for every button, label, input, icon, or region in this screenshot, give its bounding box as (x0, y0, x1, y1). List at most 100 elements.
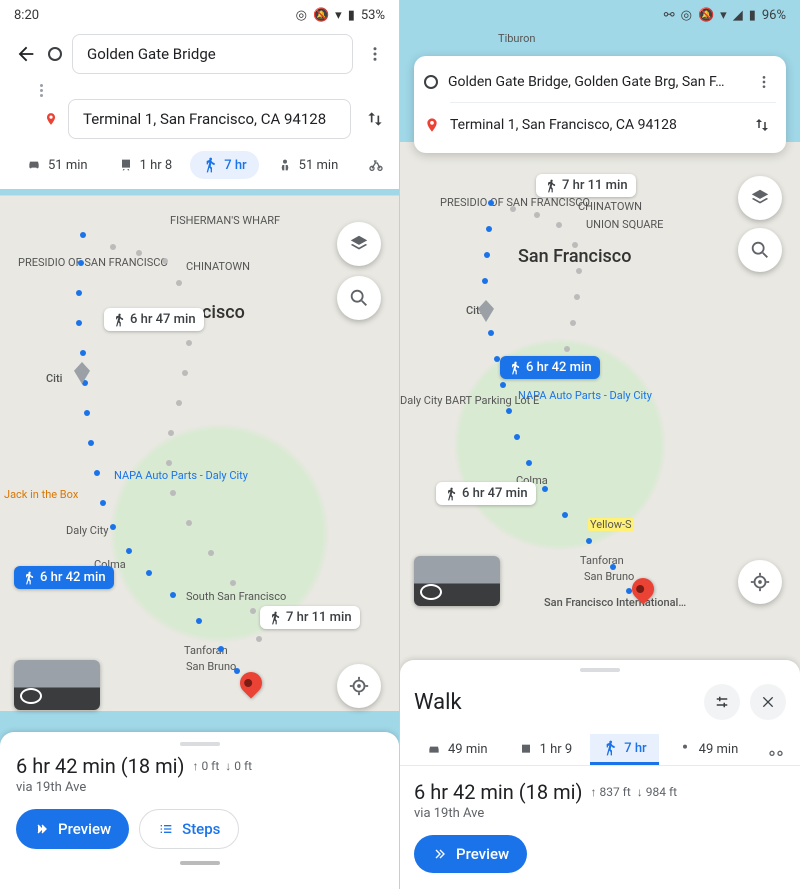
wifi-icon: ▾ (720, 8, 727, 23)
streetview-thumbnail[interactable] (14, 660, 100, 710)
back-button[interactable] (14, 42, 38, 66)
map-label: Tanforan (580, 554, 624, 567)
walk-icon (202, 157, 218, 173)
mode-walk[interactable]: 7 hr (590, 734, 658, 765)
close-icon (760, 694, 776, 710)
map-label: CHINATOWN (186, 260, 250, 273)
walk-icon (112, 313, 126, 327)
mode-time: 49 min (448, 742, 488, 757)
mode-bike[interactable]: 2 hr 4 (356, 151, 389, 179)
crosshair-icon (749, 571, 771, 593)
options-button[interactable] (704, 684, 740, 720)
route-time: 7 hr 11 min (286, 610, 352, 625)
elevation: ↑ 837 ft ↓ 984 ft (590, 785, 677, 799)
map-label: UNION SQUARE (586, 218, 663, 231)
drag-handle[interactable] (580, 668, 620, 672)
via-text: via 19th Ave (414, 806, 786, 821)
route-alt-badge[interactable]: 7 hr 11 min (536, 174, 636, 197)
map-label: San Bruno (186, 660, 236, 673)
rideshare-icon (277, 157, 293, 173)
overflow-button[interactable] (363, 42, 387, 66)
poi-label: Jack in the Box (4, 488, 78, 501)
mode-time: 1 hr 8 (140, 158, 173, 173)
route-alt-badge[interactable]: 6 hr 47 min (436, 482, 536, 505)
close-button[interactable] (750, 684, 786, 720)
route-selected-badge[interactable]: 6 hr 42 min (14, 566, 114, 589)
location-icon: ◎ (681, 8, 692, 23)
destination-field[interactable]: Terminal 1, San Francisco, CA 94128 (68, 99, 351, 139)
swap-button[interactable] (361, 105, 389, 133)
walk-icon (602, 740, 618, 756)
chevrons-icon (432, 846, 448, 862)
map-label: Daly City (66, 524, 108, 537)
steps-button[interactable]: Steps (139, 809, 239, 849)
mute-icon: 🔕 (313, 8, 329, 23)
route-alt-badge[interactable]: 7 hr 11 min (260, 606, 360, 629)
route-time: 7 hr 11 min (562, 178, 628, 193)
battery-icon: ▮ (749, 8, 756, 23)
destination-field[interactable]: Terminal 1, San Francisco, CA 94128 (450, 117, 738, 133)
status-bar: ⚯ ◎ 🔕 ▾ ◢ ▮ 96% (400, 0, 800, 30)
streetview-thumbnail[interactable] (414, 556, 500, 606)
drag-handle[interactable] (180, 742, 220, 746)
route-time: 6 hr 42 min (526, 360, 592, 375)
layers-icon (348, 233, 370, 255)
search-card: Golden Gate Bridge, Golden Gate Brg, San… (414, 56, 786, 153)
nav-handle (180, 861, 220, 865)
origin-icon (48, 47, 62, 61)
battery-text: 53% (361, 8, 385, 23)
mode-transit[interactable]: 1 hr 8 (106, 151, 185, 179)
mode-time: 1 hr 9 (540, 742, 573, 757)
link-icon: ⚯ (664, 8, 675, 23)
bike-icon (368, 157, 384, 173)
travel-mode-row: 49 min 1 hr 9 7 hr 49 min 2 hr 4 (414, 730, 786, 765)
swap-button[interactable] (748, 111, 776, 139)
mode-rideshare[interactable]: 51 min (265, 151, 351, 179)
mute-icon: 🔕 (698, 8, 714, 23)
map-label: Yellow-S (588, 518, 634, 531)
walk-sheet[interactable]: Walk 49 min 1 hr 9 7 hr (400, 660, 800, 889)
route-time: 6 hr 42 min (40, 570, 106, 585)
mode-drive[interactable]: 49 min (414, 734, 500, 765)
mode-walk[interactable]: 7 hr (190, 151, 258, 179)
car-icon (26, 157, 42, 173)
mode-bike[interactable]: 2 hr 4 (756, 734, 786, 765)
crosshair-icon (348, 675, 370, 697)
map-label: South San Francisco (186, 590, 286, 603)
map-label: San Bruno (584, 570, 634, 583)
map-label: FISHERMAN'S WHARF (170, 214, 280, 227)
car-icon (426, 742, 442, 758)
transit-icon (518, 742, 534, 758)
mode-transit[interactable]: 1 hr 9 (506, 734, 585, 765)
elevation: ↑ 0 ft ↓ 0 ft (192, 759, 252, 773)
my-location-button[interactable] (337, 664, 381, 708)
mode-drive[interactable]: 51 min (14, 151, 100, 179)
layers-button[interactable] (738, 176, 782, 220)
wifi-icon: ▾ (335, 8, 342, 23)
map-label: San Francisco (518, 246, 631, 267)
route-time: 6 hr 47 min (462, 486, 528, 501)
map-label: Daly City BART Parking Lot E (400, 394, 539, 407)
preview-button[interactable]: Preview (414, 835, 527, 873)
rideshare-icon (677, 742, 693, 758)
overflow-button[interactable] (752, 70, 776, 94)
search-icon (348, 287, 370, 309)
preview-button[interactable]: Preview (16, 809, 129, 849)
origin-field[interactable]: Golden Gate Bridge, Golden Gate Brg, San… (448, 74, 742, 90)
battery-icon: ▮ (348, 8, 355, 23)
search-on-map-button[interactable] (337, 276, 381, 320)
origin-field[interactable]: Golden Gate Bridge (72, 34, 353, 74)
time-distance: 6 hr 42 min (18 mi) (414, 780, 582, 804)
my-location-button[interactable] (738, 560, 782, 604)
search-on-map-button[interactable] (738, 228, 782, 272)
origin-icon (424, 75, 438, 89)
mode-rideshare[interactable]: 49 min (665, 734, 751, 765)
route-summary-sheet[interactable]: 6 hr 42 min (18 mi) ↑ 0 ft ↓ 0 ft via 19… (0, 732, 399, 889)
walk-icon (544, 179, 558, 193)
clock: 8:20 (14, 8, 39, 23)
layers-button[interactable] (337, 222, 381, 266)
sheet-title: Walk (414, 690, 462, 715)
mode-time: 7 hr (624, 741, 646, 756)
route-selected-badge[interactable]: 6 hr 42 min (500, 356, 600, 379)
route-alt-badge[interactable]: 6 hr 47 min (104, 308, 204, 331)
